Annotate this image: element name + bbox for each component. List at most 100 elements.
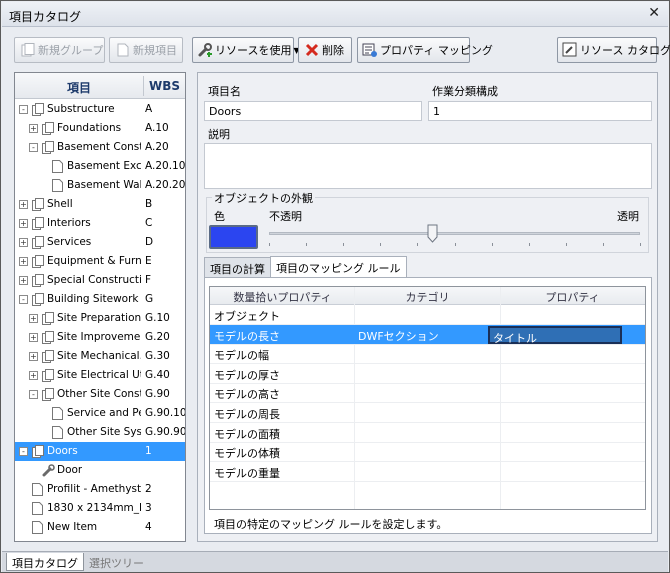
collapse-icon[interactable]: -: [29, 143, 38, 152]
collapse-icon[interactable]: -: [29, 390, 38, 399]
mapping-row[interactable]: モデルの幅: [210, 344, 645, 365]
tab-item-mapping-rules[interactable]: 項目のマッピング ルール: [270, 256, 407, 277]
tree-header-wbs[interactable]: WBS: [143, 76, 185, 96]
mapping-row[interactable]: モデルの長さ DWFセクション タイトル: [210, 324, 645, 345]
mapping-row[interactable]: モデルの厚さ: [210, 364, 645, 384]
tree-row-wbs: F: [145, 274, 152, 286]
resource-catalog-button[interactable]: リソース カタログ: [557, 37, 670, 63]
color-swatch[interactable]: [209, 225, 258, 249]
tree-row[interactable]: - Substructure A: [15, 100, 185, 119]
tree-row-label: Doors: [47, 445, 78, 457]
tree-row[interactable]: Basement Walls A.20.20: [15, 176, 185, 195]
tree-row[interactable]: Door: [15, 461, 185, 480]
mapping-row[interactable]: オブジェクト: [210, 305, 645, 325]
tree-row-wbs: G.10: [145, 312, 170, 324]
tab-item-calculation[interactable]: 項目の計算: [204, 257, 271, 277]
group-icon: [32, 103, 44, 116]
expand-icon[interactable]: +: [29, 124, 38, 133]
expand-icon[interactable]: +: [19, 238, 28, 247]
collapse-icon[interactable]: -: [19, 295, 28, 304]
description-input[interactable]: [204, 143, 652, 189]
expand-icon[interactable]: +: [19, 276, 28, 285]
tab-selection-tree[interactable]: 選択ツリー: [84, 553, 149, 571]
tree-row[interactable]: Basement Exca... A.20.10: [15, 157, 185, 176]
mapping-row[interactable]: モデルの高さ: [210, 383, 645, 404]
col-takeoff-property[interactable]: 数量拾いプロパティ: [210, 289, 355, 305]
delete-button[interactable]: 削除: [298, 37, 352, 63]
transparency-slider-thumb[interactable]: [427, 224, 438, 243]
mapping-row-value[interactable]: [488, 463, 622, 481]
new-group-button[interactable]: 新規グループ: [14, 37, 105, 63]
tree-row[interactable]: - Building Sitework G: [15, 290, 185, 309]
tree-row-wbs: 2: [145, 483, 152, 495]
mapping-row-value[interactable]: [488, 345, 622, 363]
expand-icon[interactable]: +: [29, 371, 38, 380]
expand-icon[interactable]: +: [29, 314, 38, 323]
item-name-input[interactable]: Doors: [204, 101, 422, 121]
mapping-row-value[interactable]: [488, 443, 622, 461]
tree-row[interactable]: + Site Improvements G.20: [15, 328, 185, 347]
mapping-row[interactable]: モデルの周長: [210, 403, 645, 423]
mapping-row-value[interactable]: [488, 306, 622, 324]
tree-row-wbs: G.30: [145, 350, 170, 362]
tree-row[interactable]: + Site Preparation G.10: [15, 309, 185, 328]
group-icon: [42, 388, 54, 401]
tree-row[interactable]: + Special Constructio... F: [15, 271, 185, 290]
mapping-row-category[interactable]: DWFセクション: [358, 328, 439, 344]
new-item-button[interactable]: 新規項目: [109, 37, 183, 63]
col-property[interactable]: プロパティ: [500, 289, 645, 305]
expand-icon[interactable]: +: [19, 219, 28, 228]
tree-header-item[interactable]: 項目: [15, 79, 143, 96]
tree-row-label: Other Site Const...: [57, 388, 141, 400]
item-catalog-window: 項目カタログ ✕ 新規グループ 新規項目 リソースを使用 ▼ 削除 プロパティ …: [0, 0, 670, 573]
col-category[interactable]: カテゴリ: [355, 289, 500, 305]
tree-row[interactable]: Other Site Syst... G.90.90: [15, 423, 185, 442]
tree-row[interactable]: 1830 x 2134mm_M... 3: [15, 499, 185, 518]
tree-row-wbs: G.90.90: [145, 426, 186, 438]
mapping-row[interactable]: モデルの面積: [210, 423, 645, 443]
mapping-row-value[interactable]: タイトル: [488, 325, 622, 345]
group-icon: [42, 350, 54, 363]
transparency-slider-track[interactable]: [269, 232, 640, 235]
tree-row[interactable]: - Doors 1: [15, 442, 185, 461]
tree-row[interactable]: + Equipment & Furni... E: [15, 252, 185, 271]
mapping-row-value[interactable]: [488, 384, 622, 402]
group-icon: [32, 445, 44, 458]
collapse-icon[interactable]: -: [19, 105, 28, 114]
use-resource-button[interactable]: リソースを使用 ▼: [192, 37, 300, 63]
tree-row-label: Basement Walls: [67, 179, 141, 191]
expand-icon[interactable]: +: [19, 200, 28, 209]
tree-row[interactable]: + Site Electrical Uti... G.40: [15, 366, 185, 385]
property-mapping-button[interactable]: プロパティ マッピング: [357, 37, 493, 63]
tree-row[interactable]: + Services D: [15, 233, 185, 252]
group-icon: [32, 255, 44, 268]
tree-row[interactable]: - Other Site Const... G.90: [15, 385, 185, 404]
close-icon[interactable]: ✕: [648, 5, 660, 21]
tree-row[interactable]: New Item 4: [15, 518, 185, 537]
mapping-row[interactable]: モデルの重量: [210, 462, 645, 482]
tree-row-label: Substructure: [47, 103, 115, 115]
tree-row[interactable]: Service and Pe... G.90.10: [15, 404, 185, 423]
tree-row[interactable]: + Site Mechanical... G.30: [15, 347, 185, 366]
mapping-row[interactable]: モデルの体積: [210, 442, 645, 463]
tree-row[interactable]: - Basement Constr... A.20: [15, 138, 185, 157]
group-icon: [32, 217, 44, 230]
tree-row[interactable]: + Foundations A.10: [15, 119, 185, 138]
expand-icon[interactable]: +: [29, 352, 38, 361]
tab-item-catalog[interactable]: 項目カタログ: [6, 553, 84, 571]
tree-row[interactable]: Profilit - Amethyst 2: [15, 480, 185, 499]
group-icon: [32, 198, 44, 211]
mapping-row-value[interactable]: [488, 424, 622, 442]
tree-row-wbs: B: [145, 198, 153, 210]
tree-row-wbs: A: [145, 103, 153, 115]
collapse-icon[interactable]: -: [19, 447, 28, 456]
wbs-input[interactable]: 1: [428, 101, 652, 121]
mapping-row-value[interactable]: [488, 404, 622, 422]
group-icon: [42, 312, 54, 325]
expand-icon[interactable]: +: [29, 333, 38, 342]
mapping-row-value[interactable]: [488, 365, 622, 383]
tree-row-wbs: A.20.10: [145, 160, 186, 172]
tree-row[interactable]: + Shell B: [15, 195, 185, 214]
expand-icon[interactable]: +: [19, 257, 28, 266]
tree-row[interactable]: + Interiors C: [15, 214, 185, 233]
